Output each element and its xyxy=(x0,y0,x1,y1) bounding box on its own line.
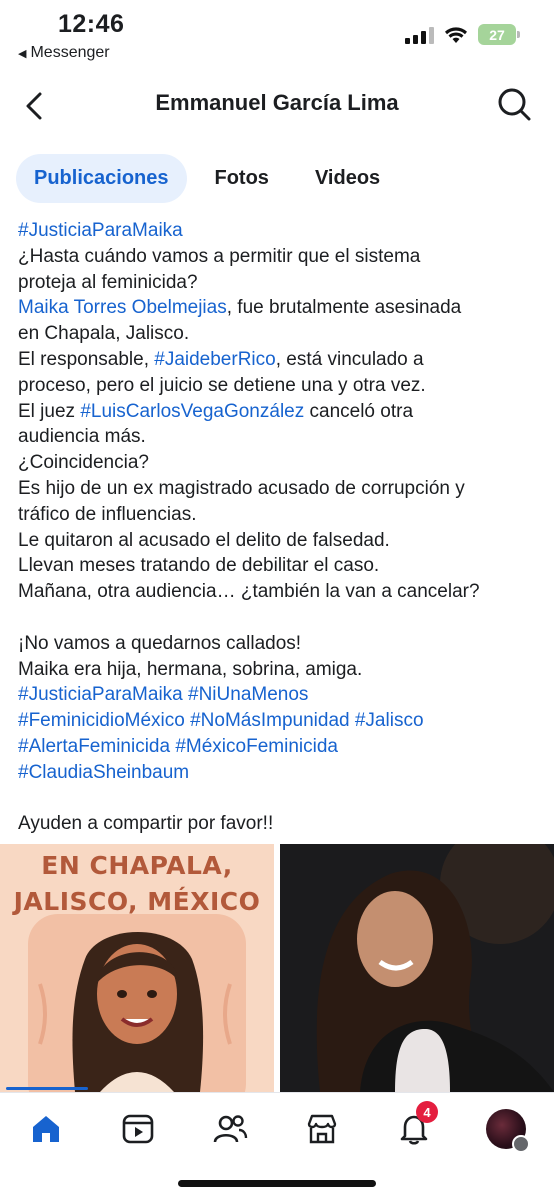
post-text-segment: ¿Coincidencia? xyxy=(18,452,149,474)
post-text: #JusticiaParaMaika ¿Hasta cuándo vamos a … xyxy=(18,218,542,837)
post-text-segment: proteja al feminicida? xyxy=(18,271,198,293)
post-line: proceso, pero el juicio se detiene una y… xyxy=(18,373,542,399)
home-icon xyxy=(33,1116,59,1142)
search-button[interactable] xyxy=(494,84,534,124)
notification-badge: 4 xyxy=(416,1101,438,1123)
post-text-segment: audiencia más. xyxy=(18,426,146,448)
post-text-segment: proceso, pero el juicio se detiene una y… xyxy=(18,374,426,396)
status-bar: 12:46 ◀ Messenger 27 xyxy=(0,0,554,70)
post-text-segment: Ayuden a compartir por favor!! xyxy=(18,813,274,835)
post-line xyxy=(18,605,542,631)
back-app-label: Messenger xyxy=(30,44,110,61)
portrait-photo xyxy=(280,844,554,1092)
post-text-segment: Es hijo de un ex magistrado acusado de c… xyxy=(18,477,465,499)
post-text-segment: , está vinculado a xyxy=(275,348,424,370)
poster-line-1: EN CHAPALA, xyxy=(41,851,233,880)
post-text-segment: Le quitaron al acusado el delito de fals… xyxy=(18,529,390,551)
image-scroll-indicator xyxy=(6,1087,88,1090)
hashtag-link[interactable]: #ClaudiaSheinbaum xyxy=(18,762,189,783)
post-text-segment: , fue brutalmente asesinada xyxy=(226,297,462,319)
tab-videos[interactable]: Videos xyxy=(297,154,398,203)
profile-tabs: Publicaciones Fotos Videos xyxy=(16,152,398,204)
post-line: Llevan meses tratando de debilitar el ca… xyxy=(18,553,542,579)
post-line: Mañana, otra audiencia… ¿también la van … xyxy=(18,579,542,605)
friends-icon xyxy=(213,1115,248,1143)
nav-marketplace[interactable] xyxy=(300,1107,344,1151)
post-line: #FeminicidioMéxico #NoMásImpunidad #Jali… xyxy=(18,708,542,734)
video-icon xyxy=(122,1114,154,1144)
header: Emmanuel García Lima xyxy=(0,78,554,134)
post-text-segment: canceló otra xyxy=(304,400,414,422)
post-line: #AlertaFeminicida #MéxicoFeminicida xyxy=(18,734,542,760)
post-text-segment: Maika era hija, hermana, sobrina, amiga. xyxy=(18,658,363,680)
search-icon xyxy=(498,88,531,121)
nav-friends[interactable] xyxy=(208,1107,252,1151)
page-title: Emmanuel García Lima xyxy=(155,90,399,115)
post-text-segment: El responsable, xyxy=(18,348,155,370)
tab-fotos[interactable]: Fotos xyxy=(197,154,287,203)
post-text-segment: Mañana, otra audiencia… ¿también la van … xyxy=(18,581,480,603)
post-line: en Chapala, Jalisco. xyxy=(18,321,542,347)
post-line: ¡No vamos a quedarnos callados! xyxy=(18,631,542,657)
poster-image[interactable]: EN CHAPALA, JALISCO, MÉXICO xyxy=(0,844,274,1092)
hashtag-link[interactable]: #AlertaFeminicida #MéxicoFeminicida xyxy=(18,736,338,757)
status-icons: 27 xyxy=(405,24,520,45)
post-line: #JusticiaParaMaika #NiUnaMenos xyxy=(18,682,542,708)
post-text-segment: El juez xyxy=(18,400,81,422)
hashtag-link[interactable]: #LuisCarlosVegaGonzález xyxy=(80,401,304,422)
nav-video[interactable] xyxy=(116,1107,160,1151)
hashtag-link[interactable]: Maika Torres Obelmejias xyxy=(18,297,227,318)
post-line: #ClaudiaSheinbaum xyxy=(18,760,542,786)
tab-publicaciones[interactable]: Publicaciones xyxy=(16,153,187,203)
post-line: Le quitaron al acusado el delito de fals… xyxy=(18,528,542,554)
hashtag-link[interactable]: #JusticiaParaMaika #NiUnaMenos xyxy=(18,684,308,705)
menu-icon xyxy=(512,1135,530,1153)
battery-indicator: 27 xyxy=(478,24,520,45)
avatar xyxy=(486,1109,530,1153)
post-text-segment: en Chapala, Jalisco. xyxy=(18,323,190,345)
wifi-icon xyxy=(445,26,467,43)
poster-caption: EN CHAPALA, JALISCO, MÉXICO xyxy=(0,848,274,920)
photo-image[interactable] xyxy=(280,844,554,1092)
post-line: tráfico de influencias. xyxy=(18,502,542,528)
post-line: ¿Coincidencia? xyxy=(18,450,542,476)
clock: 12:46 xyxy=(58,10,125,38)
post-text-segment: Llevan meses tratando de debilitar el ca… xyxy=(18,555,380,577)
nav-home[interactable] xyxy=(24,1107,68,1151)
battery-level: 27 xyxy=(489,26,505,43)
hashtag-link[interactable]: #JusticiaParaMaika xyxy=(18,220,183,241)
post-line xyxy=(18,786,542,812)
post-line: El responsable, #JaideberRico, está vinc… xyxy=(18,347,542,373)
hashtag-link[interactable]: #JaideberRico xyxy=(154,349,275,370)
post-line: Maika Torres Obelmejias, fue brutalmente… xyxy=(18,295,542,321)
marketplace-icon xyxy=(307,1114,337,1144)
cellular-signal-icon xyxy=(405,26,434,44)
bottom-nav: 4 xyxy=(0,1092,554,1162)
post-text-segment: ¡No vamos a quedarnos callados! xyxy=(18,632,302,654)
post-line: Ayuden a compartir por favor!! xyxy=(18,811,542,837)
back-triangle-icon: ◀ xyxy=(18,47,27,60)
poster-line-2: JALISCO, MÉXICO xyxy=(13,887,261,916)
post-line: ¿Hasta cuándo vamos a permitir que el si… xyxy=(18,244,542,270)
post-line: #JusticiaParaMaika xyxy=(18,218,542,244)
hashtag-link[interactable]: #FeminicidioMéxico #NoMásImpunidad #Jali… xyxy=(18,710,424,731)
post-line: audiencia más. xyxy=(18,424,542,450)
post-text-segment: tráfico de influencias. xyxy=(18,503,197,525)
post-text-segment: ¿Hasta cuándo vamos a permitir que el si… xyxy=(18,245,421,267)
nav-profile[interactable] xyxy=(484,1107,530,1153)
post-images: EN CHAPALA, JALISCO, MÉXICO xyxy=(0,844,554,1092)
post-line: El juez #LuisCarlosVegaGonzález canceló … xyxy=(18,399,542,425)
home-indicator xyxy=(178,1180,376,1187)
post-line: proteja al feminicida? xyxy=(18,270,542,296)
post-line: Maika era hija, hermana, sobrina, amiga. xyxy=(18,657,542,683)
nav-notifications[interactable]: 4 xyxy=(392,1101,438,1151)
back-to-app[interactable]: ◀ Messenger xyxy=(18,44,110,62)
post-line: Es hijo de un ex magistrado acusado de c… xyxy=(18,476,542,502)
